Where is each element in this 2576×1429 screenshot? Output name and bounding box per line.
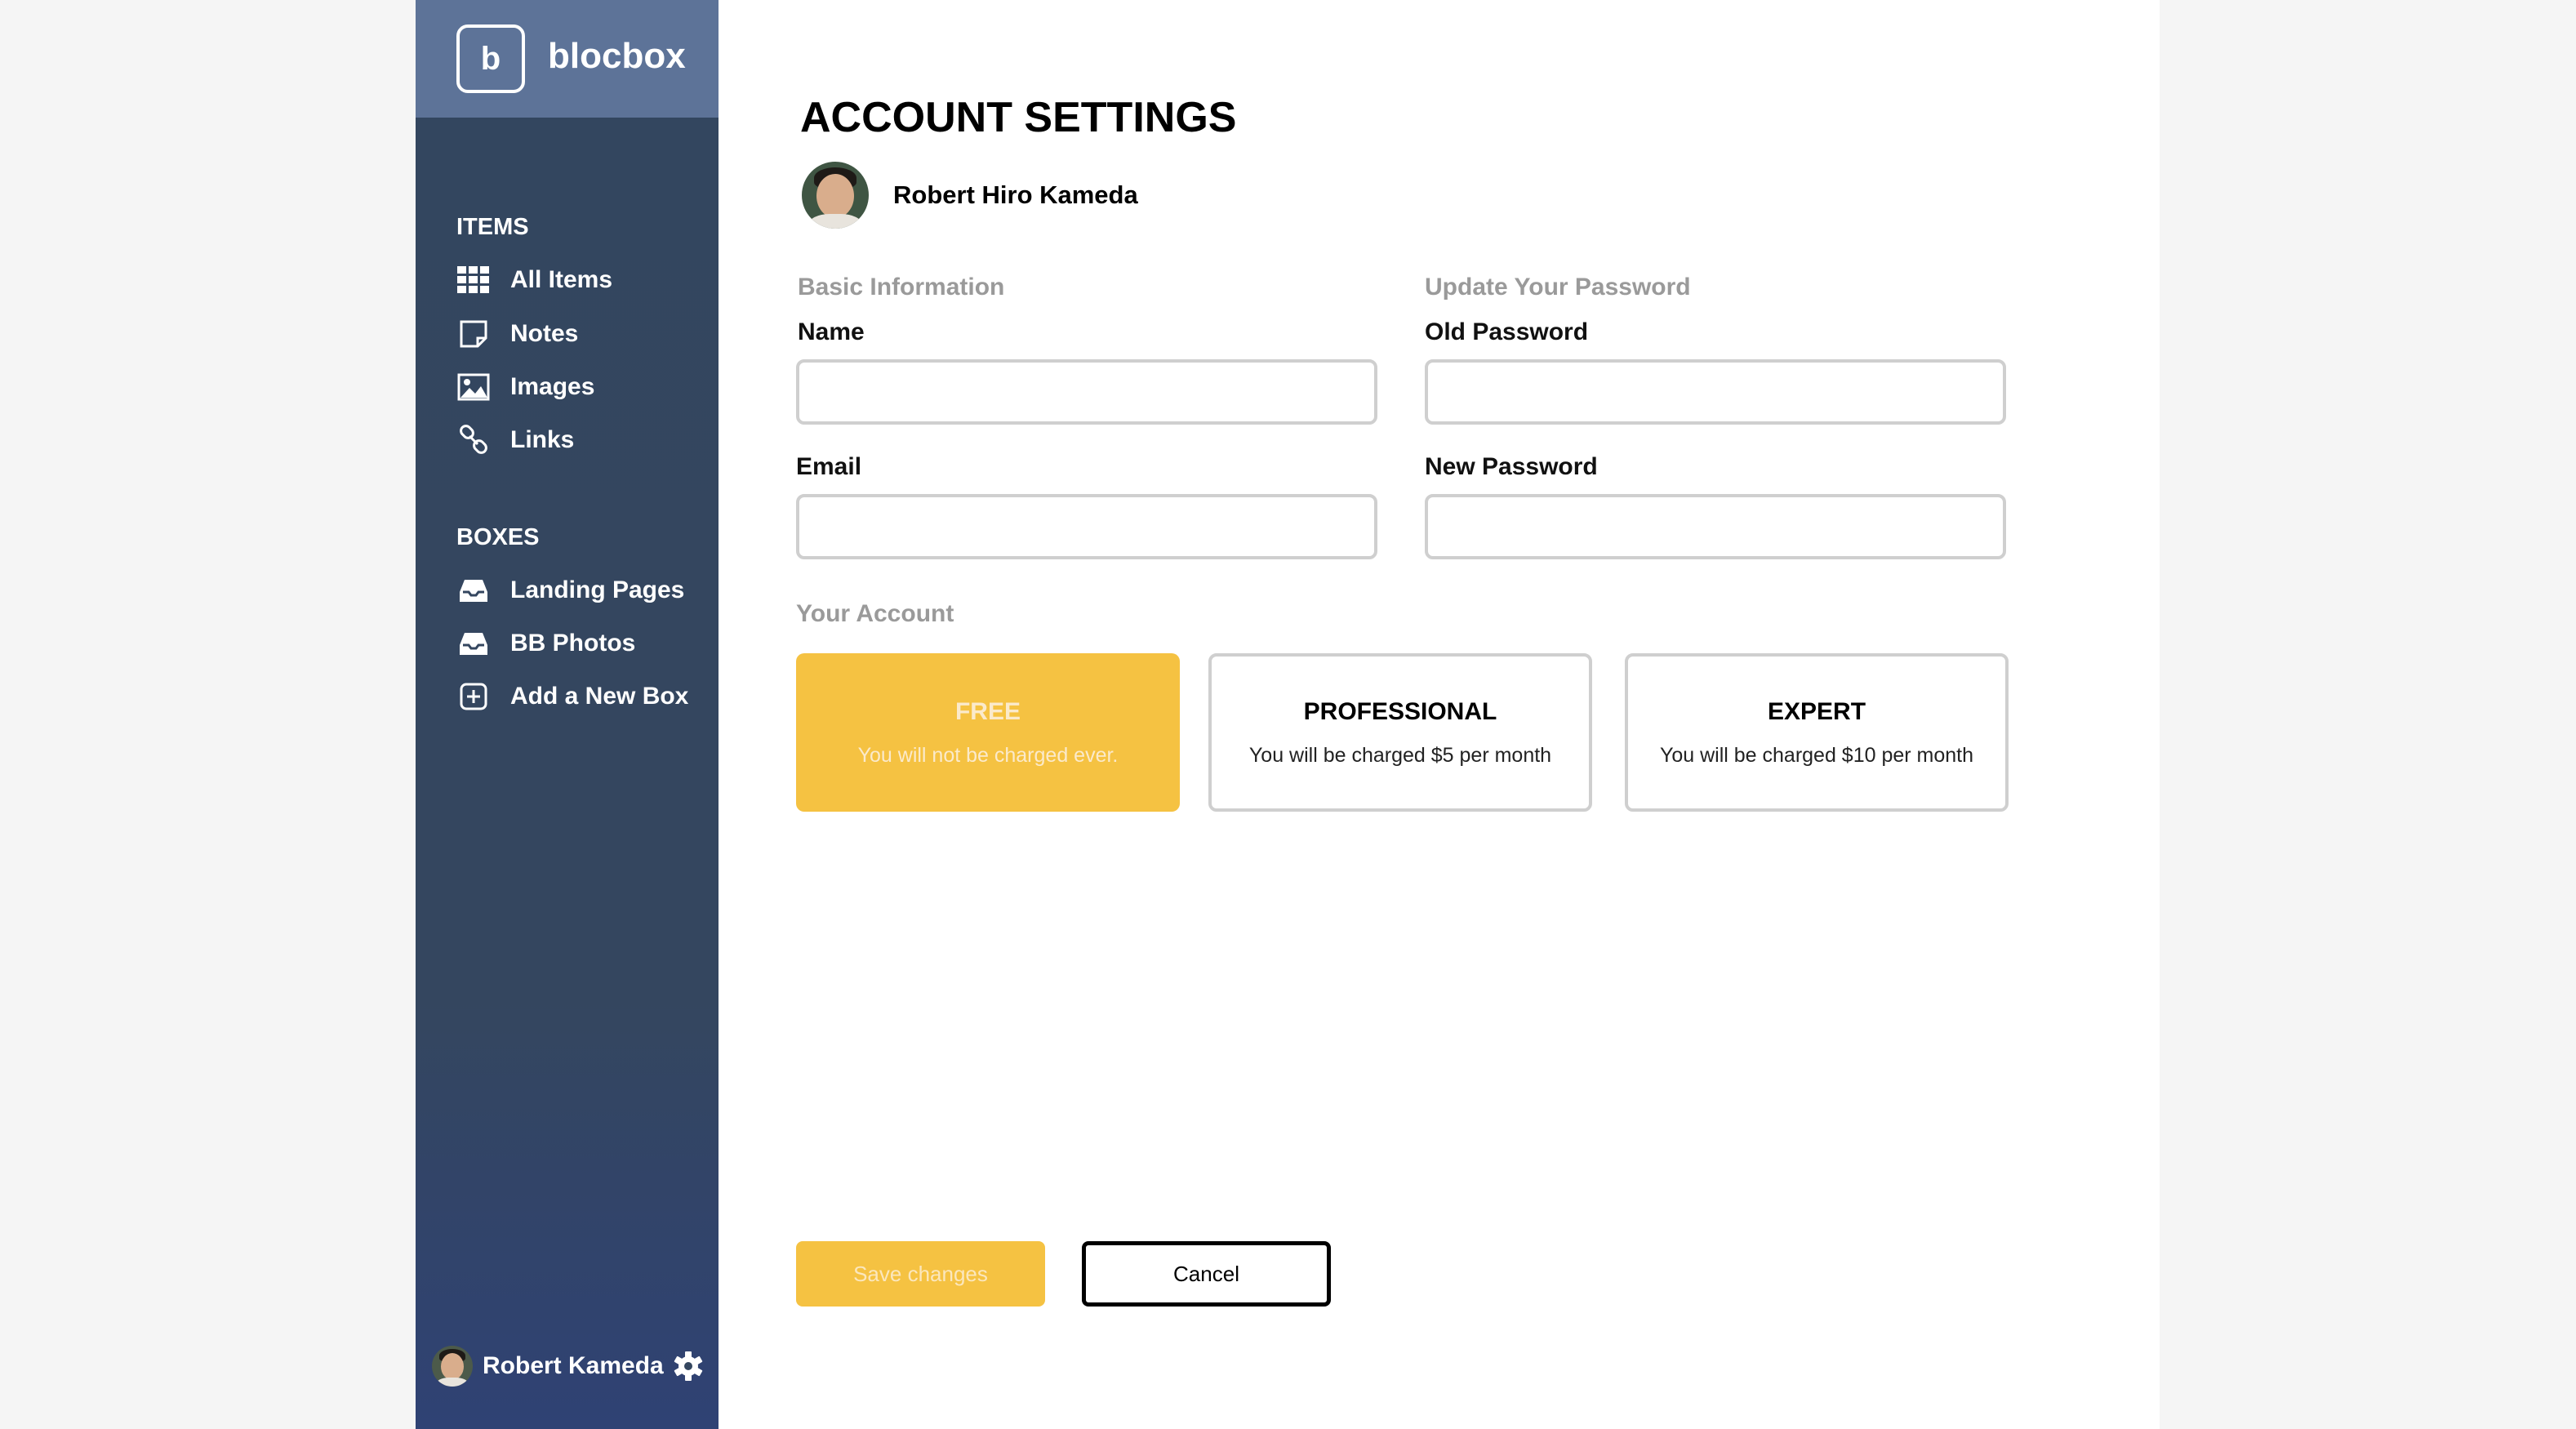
sidebar-box-bb-photos[interactable]: BB Photos	[456, 623, 635, 664]
sidebar-item-label: Notes	[510, 320, 579, 347]
old-password-label: Old Password	[1425, 318, 1589, 345]
account-heading: Your Account	[796, 600, 954, 627]
email-field[interactable]	[796, 494, 1377, 559]
sidebar-item-label: All Items	[510, 266, 613, 293]
brand-bar: b blocbox	[416, 0, 719, 118]
inbox-icon	[456, 626, 491, 661]
items-heading: ITEMS	[456, 214, 529, 240]
name-field[interactable]	[796, 359, 1377, 425]
plan-title: FREE	[954, 697, 1021, 725]
save-button[interactable]: Save changes	[796, 1241, 1045, 1307]
main-content: ACCOUNT SETTINGS Robert Hiro Kameda Basi…	[719, 0, 2160, 1429]
sidebar-item-label: Landing Pages	[510, 576, 685, 603]
page-title: ACCOUNT SETTINGS	[800, 94, 1237, 141]
sidebar-item-label: BB Photos	[510, 630, 636, 657]
cancel-button[interactable]: Cancel	[1082, 1241, 1331, 1307]
grid-icon	[456, 263, 491, 297]
basic-info-heading: Basic Information	[798, 274, 1005, 300]
brand-name[interactable]: blocbox	[548, 36, 686, 77]
sidebar-box-landing-pages[interactable]: Landing Pages	[456, 570, 684, 611]
note-icon	[456, 317, 491, 351]
profile-header: Robert Hiro Kameda	[802, 162, 1138, 229]
image-icon	[456, 370, 491, 404]
plan-description: You will be charged $10 per month	[1659, 743, 1974, 767]
name-label: Name	[798, 318, 865, 345]
plan-professional-card[interactable]: PROFESSIONAL You will be charged $5 per …	[1208, 653, 1592, 812]
sidebar-item-label: Images	[510, 373, 595, 400]
avatar[interactable]	[802, 162, 869, 229]
sidebar-user-name: Robert Kameda	[483, 1352, 664, 1379]
password-heading: Update Your Password	[1425, 274, 1691, 300]
new-password-field[interactable]	[1425, 494, 2006, 559]
boxes-heading: BOXES	[456, 524, 540, 550]
plan-expert-card[interactable]: EXPERT You will be charged $10 per month	[1625, 653, 2009, 812]
sidebar-item-all-items[interactable]: All Items	[456, 260, 612, 300]
plan-title: PROFESSIONAL	[1303, 697, 1497, 725]
inbox-icon	[456, 573, 491, 608]
new-password-label: New Password	[1425, 453, 1598, 480]
profile-name: Robert Hiro Kameda	[893, 180, 1138, 209]
sidebar: b blocbox ITEMS All Items Notes Images L…	[416, 0, 719, 1429]
email-label: Email	[796, 453, 862, 480]
plus-square-icon	[456, 679, 491, 714]
sidebar-user[interactable]: Robert Kameda	[432, 1343, 705, 1389]
plan-description: You will be charged $5 per month	[1248, 743, 1552, 767]
plan-free-card[interactable]: FREE You will not be charged ever.	[796, 653, 1180, 812]
avatar	[432, 1346, 473, 1387]
brand-logo-icon[interactable]: b	[456, 24, 525, 93]
sidebar-item-notes[interactable]: Notes	[456, 314, 578, 354]
gear-icon[interactable]	[672, 1350, 705, 1382]
add-new-box-button[interactable]: Add a New Box	[456, 676, 688, 717]
plan-title: EXPERT	[1767, 697, 1866, 725]
sidebar-item-label: Add a New Box	[510, 683, 689, 710]
app-window: b blocbox ITEMS All Items Notes Images L…	[416, 0, 2160, 1429]
plan-description: You will not be charged ever.	[857, 743, 1119, 767]
sidebar-item-images[interactable]: Images	[456, 367, 594, 407]
sidebar-item-label: Links	[510, 426, 575, 453]
old-password-field[interactable]	[1425, 359, 2006, 425]
sidebar-item-links[interactable]: Links	[456, 420, 574, 461]
link-icon	[456, 423, 491, 457]
